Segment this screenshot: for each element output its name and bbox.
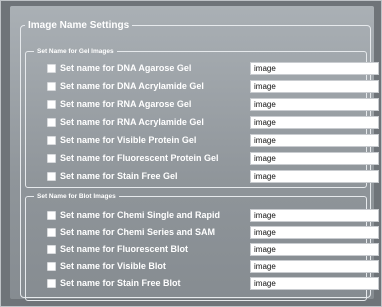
row-label: Set name for DNA Acrylamide Gel xyxy=(60,81,204,91)
blot-row-stain-free: Set name for Stain Free Blot image xyxy=(26,277,379,290)
row-label: Set name for RNA Agarose Gel xyxy=(60,99,192,109)
blot-images-group: Set Name for Blot Images Set name for Ch… xyxy=(25,193,379,301)
gel-section-title: Set Name for Gel Images xyxy=(37,48,114,55)
group-title: Image Name Settings xyxy=(28,20,130,31)
name-input-chemi-series-sam[interactable]: image xyxy=(250,226,379,239)
gel-row-rna-acrylamide: Set name for RNA Acrylamide Gel image xyxy=(26,116,379,129)
row-label: Set name for RNA Acrylamide Gel xyxy=(60,117,204,127)
name-input-stain-free-blot[interactable]: image xyxy=(250,277,379,290)
checkbox-rna-acrylamide-gel[interactable] xyxy=(47,118,56,127)
row-label: Set name for Stain Free Gel xyxy=(60,171,178,181)
checkbox-chemi-series-sam[interactable] xyxy=(47,228,56,237)
checkbox-visible-blot[interactable] xyxy=(47,262,56,271)
checkbox-fluorescent-blot[interactable] xyxy=(47,245,56,254)
gel-row-dna-agarose: Set name for DNA Agarose Gel image xyxy=(26,62,379,75)
checkbox-rna-agarose-gel[interactable] xyxy=(47,100,56,109)
gel-row-visible-protein: Set name for Visible Protein Gel image xyxy=(26,134,379,147)
checkbox-dna-acrylamide-gel[interactable] xyxy=(47,82,56,91)
gel-row-stain-free: Set name for Stain Free Gel image xyxy=(26,170,379,183)
blot-row-fluorescent: Set name for Fluorescent Blot image xyxy=(26,243,379,256)
blot-row-chemi-series: Set name for Chemi Series and SAM image xyxy=(26,226,379,239)
name-input-dna-agarose-gel[interactable]: image xyxy=(250,62,379,75)
blot-row-chemi-single: Set name for Chemi Single and Rapid imag… xyxy=(26,209,379,222)
checkbox-chemi-single-rapid[interactable] xyxy=(47,211,56,220)
name-input-dna-acrylamide-gel[interactable]: image xyxy=(250,80,379,93)
checkbox-stain-free-blot[interactable] xyxy=(47,279,56,288)
row-label: Set name for Stain Free Blot xyxy=(60,278,181,288)
gel-row-rna-agarose: Set name for RNA Agarose Gel image xyxy=(26,98,379,111)
checkbox-fluorescent-protein-gel[interactable] xyxy=(47,154,56,163)
gel-row-dna-acrylamide: Set name for DNA Acrylamide Gel image xyxy=(26,80,379,93)
checkbox-dna-agarose-gel[interactable] xyxy=(47,64,56,73)
name-input-rna-acrylamide-gel[interactable]: image xyxy=(250,116,379,129)
name-input-visible-blot[interactable]: image xyxy=(250,260,379,273)
name-input-rna-agarose-gel[interactable]: image xyxy=(250,98,379,111)
checkbox-stain-free-gel[interactable] xyxy=(47,172,56,181)
row-label: Set name for Visible Protein Gel xyxy=(60,135,197,145)
name-input-visible-protein-gel[interactable]: image xyxy=(250,134,379,147)
name-input-fluorescent-blot[interactable]: image xyxy=(250,243,379,256)
row-label: Set name for Fluorescent Blot xyxy=(60,244,189,254)
checkbox-visible-protein-gel[interactable] xyxy=(47,136,56,145)
row-label: Set name for Chemi Single and Rapid xyxy=(60,210,221,220)
name-input-fluorescent-protein-gel[interactable]: image xyxy=(250,152,379,165)
blot-section-title: Set Name for Blot Images xyxy=(37,193,116,200)
gel-images-group: Set Name for Gel Images Set name for DNA… xyxy=(25,48,379,188)
name-input-stain-free-gel[interactable]: image xyxy=(250,170,379,183)
gel-row-fluorescent-protein: Set name for Fluorescent Protein Gel ima… xyxy=(26,152,379,165)
row-label: Set name for Visible Blot xyxy=(60,261,166,271)
row-label: Set name for DNA Agarose Gel xyxy=(60,63,192,73)
settings-panel: Image Name Settings Set Name for Gel Ima… xyxy=(10,6,379,301)
name-input-chemi-single-rapid[interactable]: image xyxy=(250,209,379,222)
settings-window: Image Name Settings Set Name for Gel Ima… xyxy=(0,0,382,307)
row-label: Set name for Fluorescent Protein Gel xyxy=(60,153,219,163)
row-label: Set name for Chemi Series and SAM xyxy=(60,227,216,237)
blot-row-visible: Set name for Visible Blot image xyxy=(26,260,379,273)
